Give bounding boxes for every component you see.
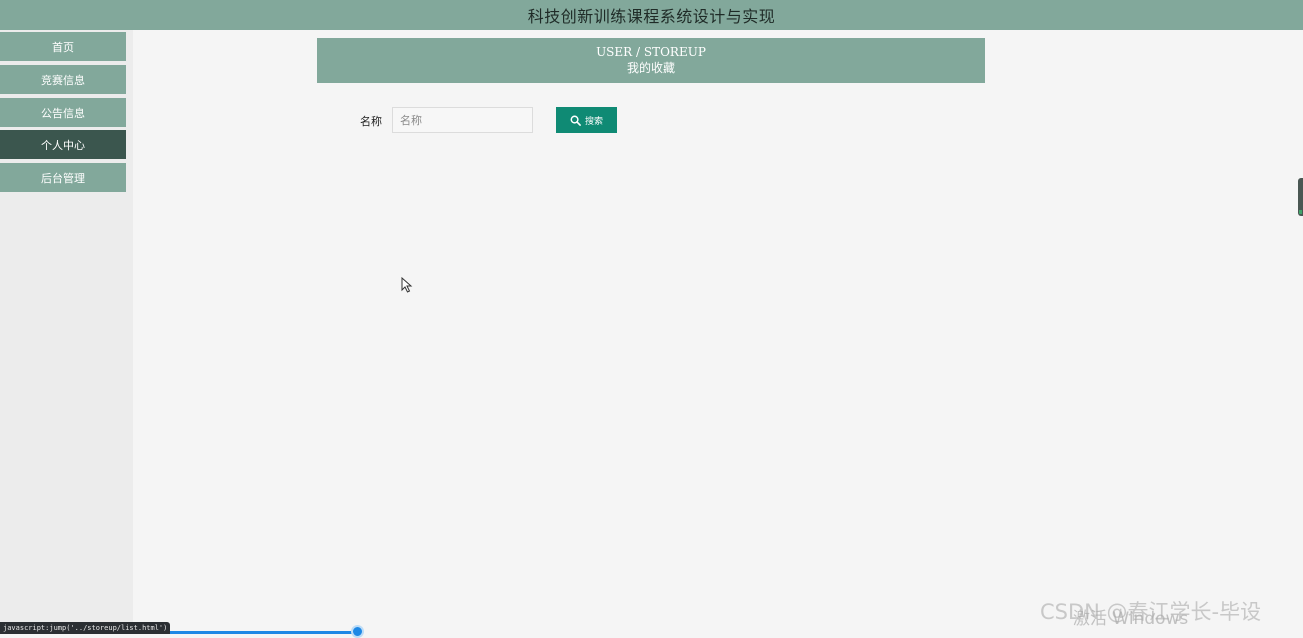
- sidebar-item-label: 公告信息: [41, 106, 85, 120]
- sidebar-item-label: 个人中心: [41, 138, 85, 152]
- search-icon: [570, 115, 581, 126]
- sidebar-item-competition[interactable]: 竞赛信息: [0, 65, 126, 94]
- sidebar: 首页 竞赛信息 公告信息 个人中心 后台管理: [0, 30, 133, 634]
- page-header: USER / STOREUP 我的收藏: [317, 38, 985, 83]
- loading-progress-indicator: [351, 625, 364, 638]
- search-button-label: 搜索: [584, 115, 603, 126]
- status-bar-url: javascript:jump('../storeup/list.html'): [0, 622, 171, 634]
- sidebar-item-admin[interactable]: 后台管理: [0, 163, 126, 192]
- search-button[interactable]: 搜索: [556, 107, 617, 133]
- sidebar-item-personal-center[interactable]: 个人中心: [0, 130, 126, 159]
- csdn-watermark: CSDN @春江学长-毕设: [1040, 600, 1262, 624]
- mouse-pointer-icon: [401, 277, 413, 293]
- page-header-en: USER / STOREUP: [596, 45, 706, 59]
- sidebar-item-announcements[interactable]: 公告信息: [0, 98, 126, 127]
- app-title: 科技创新训练课程系统设计与实现: [527, 7, 776, 26]
- sidebar-item-label: 竞赛信息: [41, 73, 85, 87]
- search-label: 名称: [360, 115, 382, 128]
- app-header: 科技创新训练课程系统设计与实现: [0, 0, 1303, 30]
- search-input[interactable]: [392, 107, 533, 133]
- sidebar-item-label: 后台管理: [41, 171, 85, 185]
- page-header-title: 我的收藏: [626, 61, 675, 75]
- sidebar-item-label: 首页: [52, 40, 74, 54]
- page-scroll-handle[interactable]: [1298, 178, 1303, 216]
- sidebar-item-home[interactable]: 首页: [0, 32, 126, 61]
